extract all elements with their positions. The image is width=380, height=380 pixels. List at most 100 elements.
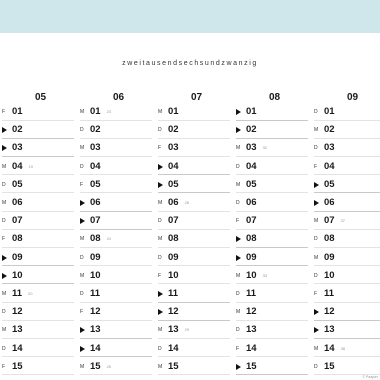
- weekend-arrow-icon: [158, 309, 163, 316]
- day-row: 08: [236, 233, 257, 245]
- row-divider: [236, 192, 308, 194]
- weekday-letter: M: [314, 218, 319, 225]
- day-number: 02: [12, 124, 23, 136]
- row-divider: [236, 137, 308, 139]
- day-row: M 13 29: [158, 324, 189, 336]
- day-row: D 04: [80, 161, 101, 173]
- row-divider: [314, 174, 380, 176]
- row-divider: [236, 337, 308, 339]
- month-number: 09: [347, 92, 359, 103]
- row-divider: [158, 337, 230, 339]
- weekday-letter: M: [80, 236, 85, 243]
- row-divider: [236, 374, 308, 376]
- day-number: 06: [168, 197, 179, 208]
- day-row: D 10: [314, 270, 335, 282]
- day-number: 10: [324, 269, 335, 281]
- day-row: D 03: [314, 142, 335, 154]
- day-number: 14: [324, 342, 335, 354]
- day-number: 04: [90, 160, 101, 172]
- weekday-letter: D: [314, 109, 318, 115]
- day-number: 10: [168, 269, 179, 281]
- row-divider: [158, 228, 230, 230]
- day-number: 15: [324, 360, 335, 372]
- weekday-letter: M: [80, 109, 85, 115]
- day-row: M 03 32: [236, 142, 267, 154]
- day-number: 08: [12, 233, 23, 245]
- row-divider: [236, 228, 308, 230]
- weekday-letter: D: [2, 309, 6, 316]
- row-divider: [314, 210, 380, 212]
- day-row: F 05: [80, 179, 101, 191]
- day-row: F 15: [2, 361, 23, 373]
- day-number: 14: [168, 342, 179, 354]
- row-divider: [236, 356, 308, 358]
- row-divider: [2, 119, 74, 121]
- row-divider: [2, 137, 74, 139]
- weekend-arrow-icon: [236, 109, 241, 115]
- day-number: 03: [246, 142, 257, 154]
- weekday-letter: F: [2, 236, 6, 243]
- day-row: M 08 24: [80, 233, 111, 245]
- month-number: 08: [269, 92, 281, 103]
- day-number: 07: [324, 215, 335, 227]
- weekday-letter: F: [314, 163, 318, 170]
- weekday-letter: D: [2, 181, 6, 188]
- weekday-letter: D: [158, 127, 162, 134]
- day-row: F 08: [2, 233, 23, 245]
- day-number: 06: [90, 197, 101, 208]
- weekend-arrow-icon: [2, 254, 7, 261]
- day-number: 15: [168, 360, 179, 372]
- row-divider: [80, 155, 152, 157]
- weekday-letter: D: [80, 291, 84, 297]
- week-number: 37: [340, 218, 346, 224]
- day-row: D 07: [2, 215, 23, 227]
- day-number: 04: [168, 160, 179, 172]
- day-row: D 05: [2, 179, 23, 191]
- day-number: 08: [246, 233, 257, 245]
- day-row: 05: [158, 179, 179, 191]
- week-number: 28: [184, 200, 190, 205]
- row-divider: [158, 246, 230, 248]
- row-divider: [2, 174, 74, 176]
- day-row: F 14: [236, 343, 257, 355]
- day-row: 12: [314, 306, 335, 318]
- row-divider: [2, 301, 74, 303]
- row-divider: [158, 119, 230, 121]
- day-number: 11: [168, 288, 179, 299]
- weekday-letter: D: [158, 254, 162, 261]
- day-row: M 15 25: [80, 361, 111, 373]
- day-row: D 08: [314, 233, 335, 245]
- weekday-letter: D: [314, 145, 318, 152]
- week-number: 29: [184, 327, 190, 333]
- day-row: M 12: [236, 306, 257, 318]
- weekday-letter: D: [236, 327, 240, 334]
- day-number: 10: [12, 269, 23, 281]
- row-divider: [2, 210, 74, 212]
- weekend-arrow-icon: [236, 236, 241, 243]
- weekday-letter: M: [236, 145, 241, 152]
- day-row: M 15: [158, 361, 179, 373]
- day-number: 04: [12, 160, 23, 172]
- day-row: 06: [80, 197, 101, 209]
- day-row: M 01: [158, 106, 179, 118]
- day-row: 06: [314, 197, 335, 209]
- day-number: 04: [246, 160, 257, 172]
- day-row: M 10: [80, 270, 101, 282]
- day-row: F 04: [314, 161, 335, 173]
- day-row: D 13: [236, 324, 257, 336]
- row-divider: [236, 174, 308, 176]
- weekday-letter: D: [80, 127, 84, 134]
- row-divider: [80, 119, 152, 121]
- day-number: 08: [324, 233, 335, 245]
- day-row: M 13: [2, 324, 23, 336]
- row-divider: [158, 283, 230, 285]
- row-divider: [314, 228, 380, 230]
- row-divider: [158, 356, 230, 358]
- weekend-arrow-icon: [236, 127, 241, 134]
- week-number: 25: [106, 363, 112, 369]
- day-number: 13: [324, 324, 335, 336]
- day-row: F 10: [158, 270, 179, 282]
- row-divider: [80, 283, 152, 285]
- day-number: 12: [324, 306, 335, 318]
- row-divider: [158, 301, 230, 303]
